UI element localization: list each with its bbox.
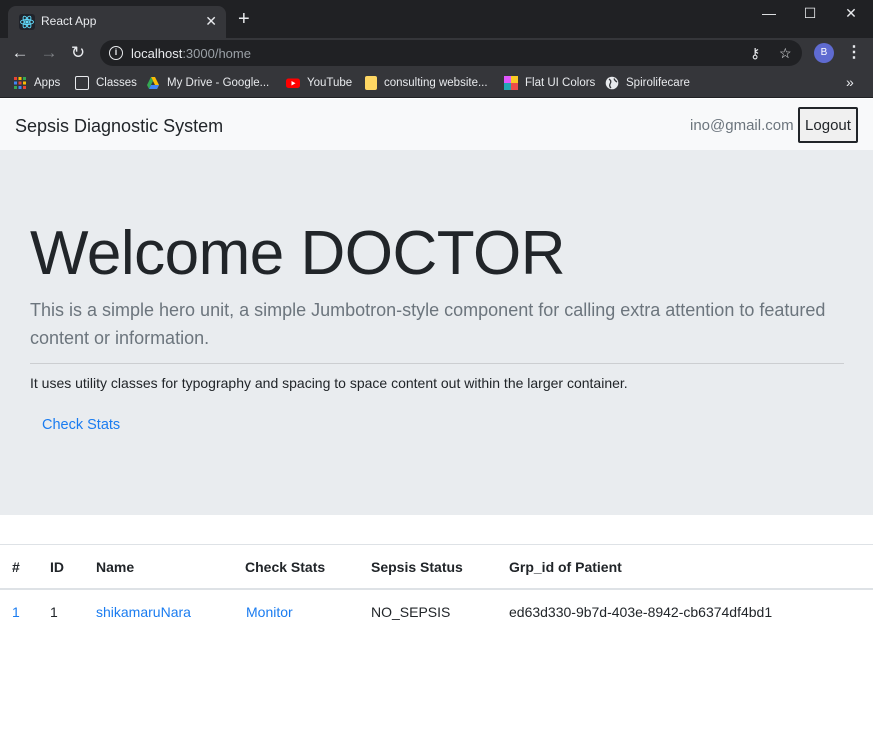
sepsis-status: NO_SEPSIS [371,604,451,620]
forward-arrow-icon[interactable]: → [39,43,59,63]
bookmarks-bar: Apps Classes My Drive - Google... YouTub… [0,68,873,98]
globe-icon [605,76,619,90]
folder-icon [365,76,377,90]
column-header: Grp_id of Patient [509,559,622,575]
jumbotron-lead: This is a simple hero unit, a simple Jum… [30,300,826,348]
apps-grid-icon [13,76,27,90]
maximize-icon[interactable]: ☐ [795,4,825,24]
column-header: ID [50,559,64,575]
reload-icon[interactable]: ↻ [68,43,88,63]
check-stats-link[interactable]: Check Stats [42,417,120,433]
bookmark-flat-ui-colors[interactable]: Flat UI Colors [504,75,595,91]
monitor-link[interactable]: Monitor [246,604,293,620]
patient-grp-id: ed63d330-9b7d-403e-8942-cb6374df4bd1 [509,604,773,620]
site-info-icon[interactable]: i [109,46,123,60]
profile-avatar[interactable]: B [814,43,834,63]
column-header: Name [96,559,135,575]
table-row: 1 1 shikamaruNara Monitor NO_SEPSIS ed63… [0,590,873,636]
patient-id: 1 [50,604,58,620]
bookmarks-overflow-icon[interactable]: » [846,74,854,90]
classes-icon [75,76,89,90]
bookmark-classes[interactable]: Classes [75,75,137,91]
browser-tab-strip: React App ✕ + — ☐ ✕ [0,0,873,38]
page-content: Sepsis Diagnostic System ino@gmail.com L… [0,99,873,740]
table-header-row: # ID Name Check Stats Sepsis Status Grp_… [0,544,873,590]
minimize-icon[interactable]: — [754,4,784,24]
bookmark-my-drive[interactable]: My Drive - Google... [146,75,269,91]
column-header: # [12,559,20,575]
flat-ui-colors-icon [504,76,518,90]
logout-button[interactable]: Logout [798,107,858,143]
react-logo-icon [19,14,35,30]
browser-menu-icon[interactable]: ⋮ [846,43,862,63]
bookmark-youtube[interactable]: YouTube [286,75,352,91]
tab-title: React App [41,14,97,28]
close-icon[interactable]: ✕ [205,12,217,30]
welcome-heading: Welcome DOCTOR [30,219,566,288]
app-brand[interactable]: Sepsis Diagnostic System [15,116,223,137]
jumbotron-text: It uses utility classes for typography a… [30,375,628,391]
key-icon[interactable]: ⚷ [750,44,760,62]
patient-name-link[interactable]: shikamaruNara [96,604,191,620]
google-drive-icon [146,76,160,90]
app-navbar: Sepsis Diagnostic System ino@gmail.com L… [0,99,873,150]
column-header: Sepsis Status [371,559,463,575]
bookmark-consulting-website[interactable]: consulting website... [365,75,488,91]
address-bar[interactable]: i localhost:3000/home ⚷ ☆ [100,40,802,66]
divider [30,363,844,364]
browser-toolbar: ← → ↻ i localhost:3000/home ⚷ ☆ B ⋮ [0,38,873,68]
jumbotron: Welcome DOCTOR This is a simple hero uni… [0,150,873,515]
bookmark-apps[interactable]: Apps [13,75,60,91]
bookmark-spirolifecare[interactable]: Spirolifecare [605,75,690,91]
column-header: Check Stats [245,559,326,575]
window-close-icon[interactable]: ✕ [836,4,866,24]
youtube-icon [286,76,300,90]
user-email: ino@gmail.com [690,117,794,134]
back-arrow-icon[interactable]: ← [10,43,30,63]
url-text: localhost:3000/home [131,46,251,61]
browser-tab[interactable]: React App ✕ [8,6,226,38]
new-tab-plus-icon[interactable]: + [238,9,250,29]
row-index: 1 [12,604,20,620]
star-bookmark-icon[interactable]: ☆ [779,44,792,62]
